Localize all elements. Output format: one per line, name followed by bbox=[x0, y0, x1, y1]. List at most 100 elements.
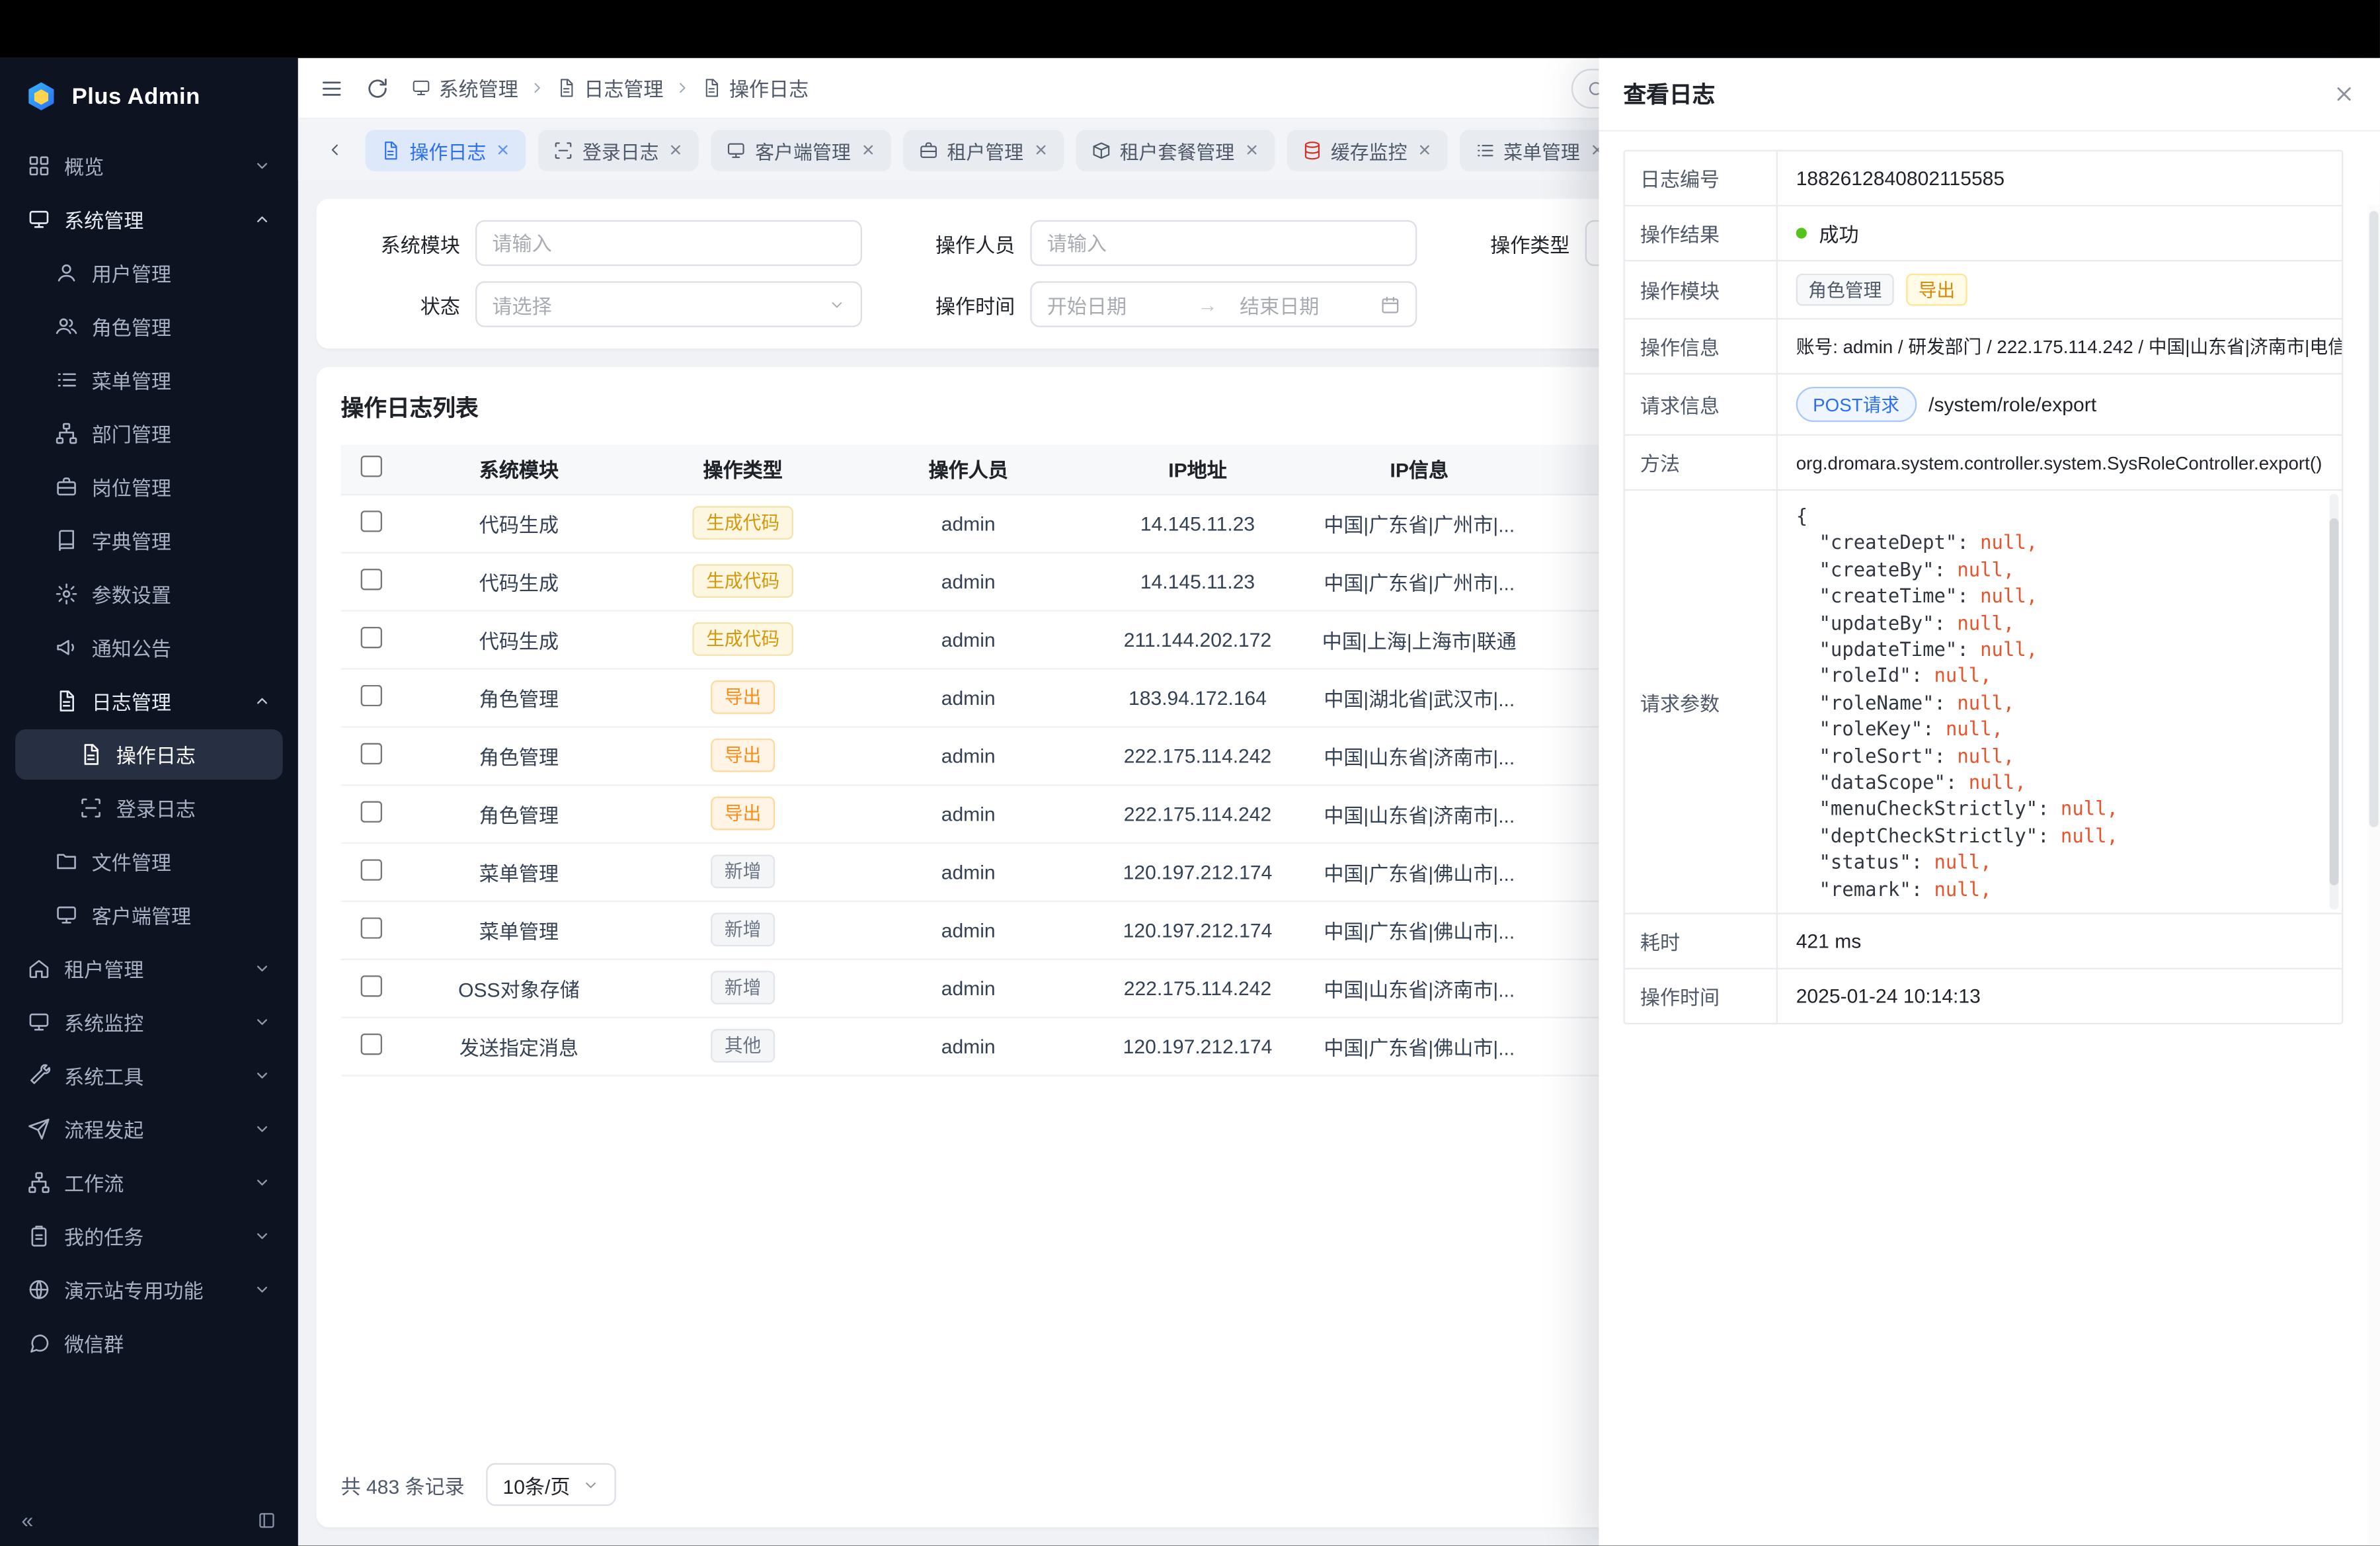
sidebar-item-login-log[interactable]: 登录日志 bbox=[15, 783, 283, 833]
operation-type-badge: 导出 bbox=[711, 739, 775, 772]
hamburger-menu-icon[interactable] bbox=[319, 75, 344, 100]
page-size-select[interactable]: 10条/页 bbox=[486, 1463, 616, 1506]
sidebar-item-system-tools[interactable]: 系统工具 bbox=[15, 1050, 283, 1100]
tab-menu-management[interactable]: 菜单管理 bbox=[1459, 129, 1620, 170]
row-checkbox[interactable] bbox=[361, 975, 382, 996]
sidebar-item-system-monitor[interactable]: 系统监控 bbox=[15, 997, 283, 1047]
tab-tenant-management[interactable]: 租户管理 bbox=[902, 129, 1063, 170]
close-icon[interactable] bbox=[495, 142, 510, 157]
tab-login-log[interactable]: 登录日志 bbox=[538, 129, 699, 170]
home-icon bbox=[28, 957, 51, 980]
sidebar-item-role-management[interactable]: 角色管理 bbox=[15, 301, 283, 351]
sidebar-item-demo-features[interactable]: 演示站专用功能 bbox=[15, 1264, 283, 1315]
chat-icon bbox=[28, 1332, 51, 1355]
sidebar-item-system-management[interactable]: 系统管理 bbox=[15, 194, 283, 245]
close-icon[interactable] bbox=[1244, 142, 1259, 157]
sidebar-item-dict-management[interactable]: 字典管理 bbox=[15, 515, 283, 565]
sidebar-item-menu-management[interactable]: 菜单管理 bbox=[15, 354, 283, 405]
sidebar-item-overview[interactable]: 概览 bbox=[15, 141, 283, 191]
monitor-icon bbox=[411, 78, 431, 98]
tab-tenant-package-management[interactable]: 租户套餐管理 bbox=[1076, 129, 1275, 170]
sidebar-item-log-management[interactable]: 日志管理 bbox=[15, 676, 283, 726]
code-scrollbar[interactable] bbox=[2330, 494, 2339, 910]
monitor-icon bbox=[726, 140, 746, 160]
row-checkbox[interactable] bbox=[361, 800, 382, 821]
chevron-down-icon bbox=[254, 157, 270, 174]
briefcase-icon bbox=[918, 140, 938, 160]
sidebar-item-process-initiation[interactable]: 流程发起 bbox=[15, 1104, 283, 1154]
window-top-strip bbox=[0, 0, 2380, 58]
row-checkbox[interactable] bbox=[361, 568, 382, 589]
refresh-icon[interactable] bbox=[366, 75, 390, 100]
chevron-down-icon bbox=[254, 1067, 270, 1084]
filter-label: 状态 bbox=[341, 290, 460, 319]
sidebar-item-post-management[interactable]: 岗位管理 bbox=[15, 462, 283, 512]
calendar-icon bbox=[1380, 294, 1400, 314]
chevron-right-icon bbox=[529, 79, 545, 96]
tabs-scroll-left-button[interactable] bbox=[317, 132, 353, 168]
row-checkbox[interactable] bbox=[361, 916, 382, 938]
operation-type-badge: 其他 bbox=[711, 1029, 775, 1063]
close-icon[interactable] bbox=[1033, 142, 1048, 157]
sidebar-item-client-management[interactable]: 客户端管理 bbox=[15, 890, 283, 940]
operator-input[interactable] bbox=[1030, 220, 1417, 266]
json-code: { "createDept": null, "createBy": null, … bbox=[1778, 491, 2342, 913]
briefcase-icon bbox=[55, 475, 78, 499]
code-scrollbar-thumb[interactable] bbox=[2330, 519, 2339, 885]
fingerprint-icon bbox=[79, 797, 102, 820]
megaphone-icon bbox=[55, 636, 78, 659]
sidebar-item-user-management[interactable]: 用户管理 bbox=[15, 248, 283, 298]
sidebar-item-tenant-management[interactable]: 租户管理 bbox=[15, 944, 283, 994]
sidebar-item-file-management[interactable]: 文件管理 bbox=[15, 836, 283, 887]
org-tree-icon bbox=[55, 422, 78, 445]
sidebar-item-department-management[interactable]: 部门管理 bbox=[15, 408, 283, 458]
sidebar: Plus Admin 概览 系统管理 用户管理 角色管理 菜单管理 部门管理 岗… bbox=[0, 58, 298, 1546]
operation-time-range-picker[interactable]: 开始日期 → 结束日期 bbox=[1030, 281, 1417, 327]
row-checkbox[interactable] bbox=[361, 626, 382, 647]
row-checkbox[interactable] bbox=[361, 743, 382, 764]
close-icon[interactable] bbox=[1416, 142, 1431, 157]
chevron-down-icon bbox=[254, 1014, 270, 1030]
layout-toggle-icon[interactable] bbox=[257, 1510, 276, 1529]
operation-type-badge: 导出 bbox=[711, 680, 775, 714]
log-detail-descriptions: 日志编号 1882612840802115585 操作结果 成功 操作模块 角色… bbox=[1623, 150, 2343, 1025]
breadcrumb-item-log-management[interactable]: 日志管理 bbox=[557, 73, 664, 102]
column-header: 操作人员 bbox=[850, 445, 1087, 494]
breadcrumb-item-system-management[interactable]: 系统管理 bbox=[411, 73, 518, 102]
request-params-code-block[interactable]: { "createDept": null, "createBy": null, … bbox=[1778, 491, 2342, 913]
collapse-sidebar-icon[interactable]: « bbox=[21, 1508, 33, 1532]
row-checkbox[interactable] bbox=[361, 1033, 382, 1054]
row-checkbox[interactable] bbox=[361, 510, 382, 531]
send-icon bbox=[28, 1118, 51, 1141]
sidebar-item-workflow[interactable]: 工作流 bbox=[15, 1157, 283, 1207]
book-icon bbox=[55, 529, 78, 552]
sidebar-item-wechat-group[interactable]: 微信群 bbox=[15, 1318, 283, 1368]
document-icon bbox=[381, 140, 401, 160]
tab-cache-monitor[interactable]: 缓存监控 bbox=[1287, 129, 1447, 170]
select-all-checkbox[interactable] bbox=[361, 456, 382, 477]
close-icon[interactable] bbox=[2332, 83, 2356, 106]
row-checkbox[interactable] bbox=[361, 684, 382, 706]
sidebar-item-my-tasks[interactable]: 我的任务 bbox=[15, 1211, 283, 1261]
chevron-down-icon bbox=[254, 960, 270, 977]
sidebar-item-operation-log[interactable]: 操作日志 bbox=[15, 729, 283, 780]
operation-type-badge: 生成代码 bbox=[692, 622, 793, 656]
close-icon[interactable] bbox=[860, 142, 875, 157]
close-icon[interactable] bbox=[668, 142, 683, 157]
sidebar-item-notice-announcement[interactable]: 通知公告 bbox=[15, 622, 283, 672]
row-checkbox[interactable] bbox=[361, 858, 382, 879]
breadcrumb-item-operation-log[interactable]: 操作日志 bbox=[701, 73, 809, 102]
breadcrumb: 系统管理 日志管理 操作日志 bbox=[411, 73, 809, 102]
sidebar-item-param-settings[interactable]: 参数设置 bbox=[15, 569, 283, 619]
status-select[interactable]: 请选择 bbox=[475, 281, 862, 327]
app-root: Plus Admin 概览 系统管理 用户管理 角色管理 菜单管理 部门管理 岗… bbox=[0, 0, 2380, 1546]
tab-operation-log[interactable]: 操作日志 bbox=[366, 129, 526, 170]
drawer-scrollbar[interactable] bbox=[2367, 205, 2379, 1546]
tab-client-management[interactable]: 客户端管理 bbox=[711, 129, 891, 170]
field-method: 方法 org.dromara.system.controller.system.… bbox=[1625, 434, 2342, 489]
drawer-scrollbar-thumb[interactable] bbox=[2369, 211, 2379, 828]
module-tag: 角色管理 bbox=[1796, 274, 1894, 306]
field-log-id: 日志编号 1882612840802115585 bbox=[1625, 151, 2342, 205]
system-module-input[interactable] bbox=[475, 220, 862, 266]
redis-icon bbox=[1302, 140, 1322, 160]
